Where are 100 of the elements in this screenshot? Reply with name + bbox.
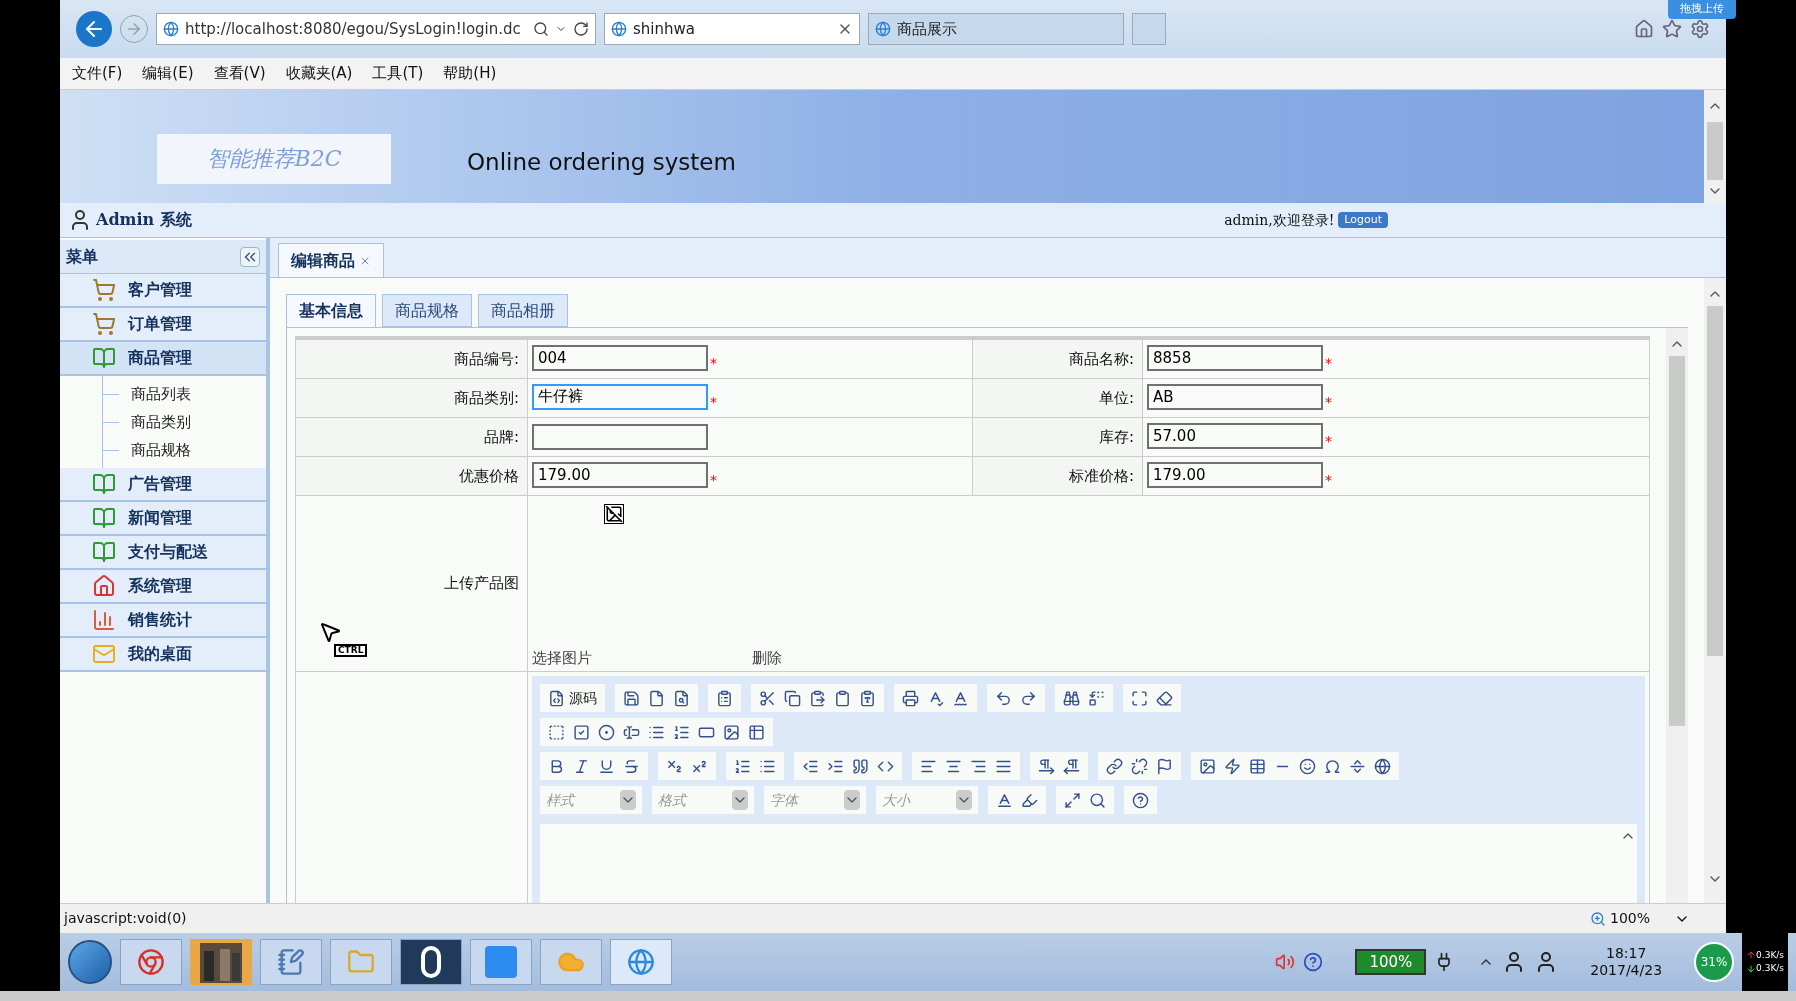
table-icon[interactable]: [1249, 757, 1266, 775]
sidebar-item[interactable]: 广告管理: [60, 468, 266, 502]
menu-item[interactable]: 帮助(H): [443, 62, 497, 85]
delete-link[interactable]: 删除: [752, 646, 782, 669]
volume-icon[interactable]: [1275, 952, 1296, 972]
app-icon[interactable]: [400, 939, 462, 985]
paste-word-icon[interactable]: [859, 689, 876, 707]
menu-item[interactable]: 查看(V): [213, 62, 266, 85]
strikethrough-icon[interactable]: [623, 757, 640, 775]
select-all-icon[interactable]: [1131, 689, 1148, 707]
eraser-icon[interactable]: [1156, 689, 1173, 707]
unlink-icon[interactable]: [1131, 757, 1148, 775]
replace-icon[interactable]: [1088, 689, 1105, 707]
maximize-icon[interactable]: [1064, 791, 1081, 809]
favorites-icon[interactable]: [1662, 19, 1682, 39]
text-field[interactable]: AB: [1147, 383, 1323, 410]
notepad-icon[interactable]: [260, 939, 322, 985]
save-icon[interactable]: [623, 689, 640, 707]
smiley-icon[interactable]: [1299, 757, 1316, 775]
rtl-icon[interactable]: [1063, 757, 1080, 775]
sidebar-item[interactable]: 商品管理: [60, 342, 266, 376]
spellcheck-options-icon[interactable]: [952, 689, 969, 707]
sidebar-item[interactable]: 客户管理: [60, 274, 266, 308]
sidebar-item[interactable]: 支付与配送: [60, 536, 266, 570]
sidebar-item[interactable]: 订单管理: [60, 308, 266, 342]
scrollbar-thumb[interactable]: [1707, 122, 1723, 180]
preview-icon[interactable]: [673, 689, 690, 707]
text-field[interactable]: 牛仔裤: [532, 383, 708, 410]
template-icon[interactable]: [716, 689, 733, 707]
new-page-icon[interactable]: [648, 689, 665, 707]
back-icon[interactable]: [76, 11, 112, 47]
select-list-icon[interactable]: [673, 723, 690, 741]
anchor-flag-icon[interactable]: [1156, 757, 1173, 775]
page-break-icon[interactable]: [1349, 757, 1366, 775]
blockquote-icon[interactable]: [852, 757, 869, 775]
network-meter[interactable]: 31%: [1694, 942, 1735, 982]
redo-icon[interactable]: [1020, 689, 1037, 707]
scrollbar-thumb[interactable]: [1707, 306, 1723, 656]
iframe-icon[interactable]: [1374, 757, 1391, 775]
link-icon[interactable]: [1106, 757, 1123, 775]
clock[interactable]: 18:17 2017/4/23: [1590, 944, 1663, 980]
zoom-level[interactable]: 100%: [1609, 908, 1650, 929]
text-field[interactable]: 179.00: [532, 461, 708, 488]
choose-image-link[interactable]: 选择图片: [532, 646, 592, 669]
background-color-icon[interactable]: [1021, 791, 1038, 809]
radio-icon[interactable]: [598, 723, 615, 741]
form-icon[interactable]: [548, 723, 565, 741]
print-icon[interactable]: [902, 689, 919, 707]
flash-icon[interactable]: [1224, 757, 1241, 775]
home-icon[interactable]: [1634, 19, 1654, 39]
underline-icon[interactable]: [598, 757, 615, 775]
ie-browser-icon[interactable]: [610, 939, 672, 985]
logout-button[interactable]: Logout: [1338, 211, 1388, 229]
find-icon[interactable]: [1063, 689, 1080, 707]
numbered-list-icon[interactable]: [734, 757, 751, 775]
italic-icon[interactable]: [573, 757, 590, 775]
cut-icon[interactable]: [759, 689, 776, 707]
battery-indicator[interactable]: 100%: [1355, 948, 1427, 976]
menu-item[interactable]: 工具(T): [372, 62, 424, 85]
page-tab[interactable]: 编辑商品: [278, 243, 384, 277]
sidebar-item[interactable]: 我的桌面: [60, 638, 266, 672]
browser-icon[interactable]: [120, 939, 182, 985]
collapse-icon[interactable]: [240, 246, 260, 267]
text-field[interactable]: 004: [532, 344, 708, 371]
copy-icon[interactable]: [784, 689, 801, 707]
image-button-icon[interactable]: [723, 723, 740, 741]
hidden-field-icon[interactable]: [748, 723, 765, 741]
address-bar[interactable]: http://localhost:8080/egou/SysLogin!login.dc: [156, 13, 596, 45]
checkbox-icon[interactable]: [573, 723, 590, 741]
sidebar-item[interactable]: 系统管理: [60, 570, 266, 604]
show-blocks-icon[interactable]: [1089, 791, 1106, 809]
text-color-icon[interactable]: [996, 791, 1013, 809]
paste-icon[interactable]: [809, 689, 826, 707]
form-tab[interactable]: 商品相册: [478, 294, 568, 327]
help-icon[interactable]: [1132, 791, 1149, 809]
sidebar-subitem[interactable]: 商品规格: [131, 438, 191, 462]
browser-tab[interactable]: 商品展示: [868, 13, 1124, 45]
form-tab[interactable]: 基本信息: [286, 294, 376, 327]
search-icon[interactable]: [533, 21, 549, 37]
scrollbar-thumb[interactable]: [1669, 356, 1685, 726]
source-button[interactable]: 源码: [540, 684, 605, 712]
text-input-icon[interactable]: [623, 723, 640, 741]
refresh-icon[interactable]: [573, 21, 589, 37]
help-icon[interactable]: [1303, 952, 1324, 972]
text-field[interactable]: 57.00: [1147, 422, 1323, 449]
menu-item[interactable]: 编辑(E): [142, 62, 194, 85]
image-icon[interactable]: [1199, 757, 1216, 775]
sidebar-item[interactable]: 新闻管理: [60, 502, 266, 536]
form-tab[interactable]: 商品规格: [382, 294, 472, 327]
sidebar-subitem[interactable]: 商品类别: [131, 410, 191, 434]
menu-item[interactable]: 文件(F): [72, 62, 123, 85]
text-field[interactable]: 8858: [1147, 344, 1323, 371]
undo-icon[interactable]: [995, 689, 1012, 707]
ltr-icon[interactable]: [1038, 757, 1055, 775]
settings-icon[interactable]: [1690, 19, 1710, 39]
sidebar-subitem[interactable]: 商品列表: [131, 382, 191, 406]
text-field[interactable]: [532, 424, 708, 450]
sidebar-item[interactable]: 销售统计: [60, 604, 266, 638]
browser-tab[interactable]: shinhwa: [604, 13, 860, 45]
menu-item[interactable]: 收藏夹(A): [285, 62, 353, 85]
